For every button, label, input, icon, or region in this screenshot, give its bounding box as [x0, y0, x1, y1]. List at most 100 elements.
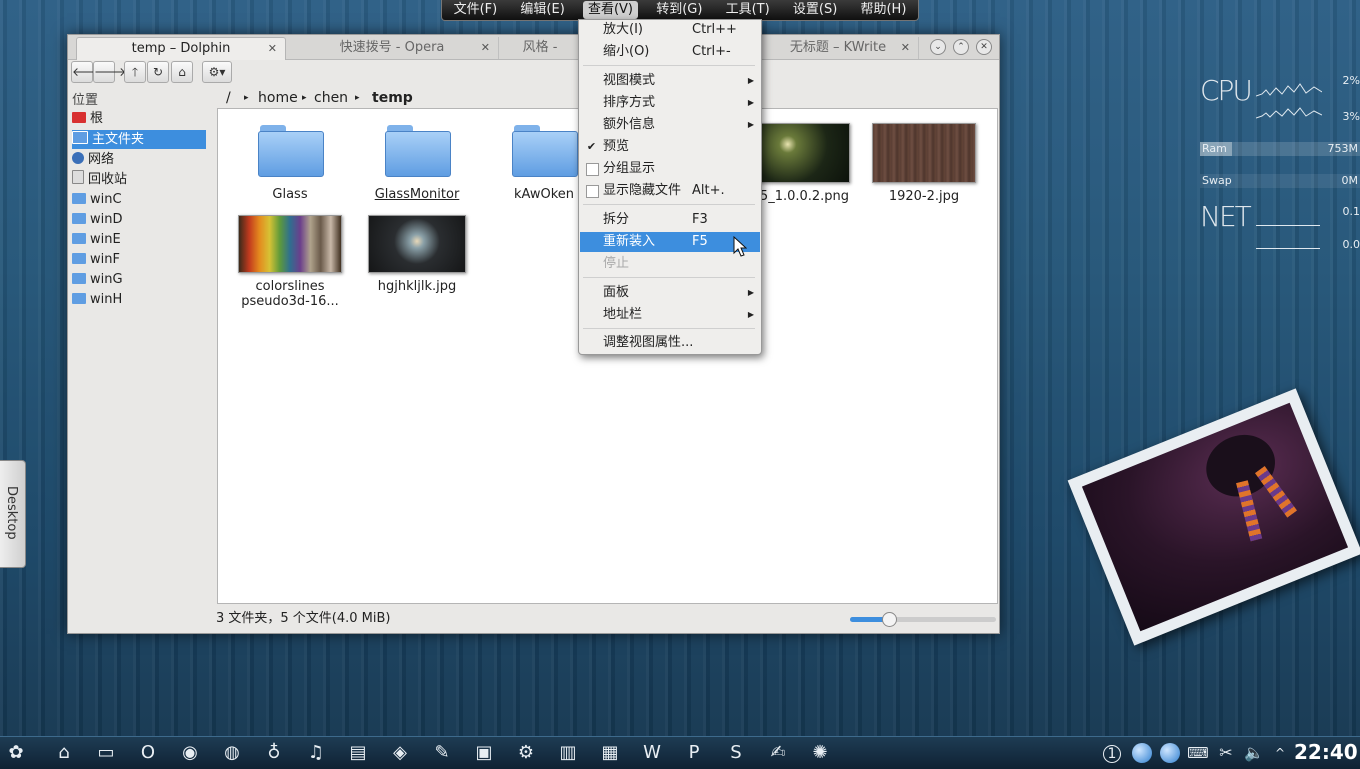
place-wine[interactable]: winE — [72, 230, 206, 249]
close-icon[interactable]: ✕ — [481, 37, 490, 59]
tab-label: 无标题 – KWrite — [790, 40, 886, 55]
menu-item-preview[interactable]: ✔ 预览 — [580, 137, 760, 157]
menu-item-view-mode[interactable]: 视图模式 ▶ — [580, 71, 760, 91]
chevron-up-icon[interactable]: ^ — [1268, 742, 1292, 764]
menu-item-additional-info[interactable]: 额外信息 ▶ — [580, 115, 760, 135]
tab-dolphin[interactable]: temp – Dolphin ✕ — [76, 37, 286, 60]
folder-icon — [72, 233, 86, 244]
image-viewer-icon[interactable]: ◈ — [388, 742, 412, 764]
menu-item-adjust-view-properties[interactable]: 调整视图属性... — [580, 333, 760, 353]
scissors-icon[interactable]: ✂ — [1214, 742, 1238, 764]
menu-settings[interactable]: 设置(S) — [788, 1, 842, 19]
minimize-icon[interactable]: ⌄ — [930, 39, 946, 55]
menu-item-zoom-in[interactable]: 放大(I) Ctrl++ — [580, 20, 760, 40]
close-icon[interactable]: ✕ — [268, 38, 277, 60]
menu-help[interactable]: 帮助(H) — [855, 1, 911, 19]
kde-menu-icon[interactable]: ✿ — [4, 742, 28, 764]
place-wing[interactable]: winG — [72, 270, 206, 289]
settings-icon[interactable]: ⚙ — [514, 742, 538, 764]
menu-edit[interactable]: 编辑(E) — [515, 1, 569, 19]
menu-item-panels[interactable]: 面板 ▶ — [580, 283, 760, 303]
keyboard-icon[interactable]: ⌨ — [1186, 742, 1210, 764]
browser-icon[interactable]: ◍ — [220, 742, 244, 764]
menu-view[interactable]: 查看(V) — [583, 1, 638, 19]
forward-icon[interactable]: 🡒 — [93, 61, 115, 83]
up-icon[interactable]: 🡑 — [124, 61, 146, 83]
menu-item-zoom-out[interactable]: 缩小(O) Ctrl+- — [580, 42, 760, 62]
menu-item-show-groups[interactable]: 分组显示 — [580, 159, 760, 179]
zoom-slider[interactable] — [850, 617, 996, 622]
breadcrumb-chen[interactable]: chen — [314, 87, 348, 109]
reload-icon[interactable]: ↻ — [147, 61, 169, 83]
home-icon[interactable]: ⌂ — [171, 61, 193, 83]
menu-item-location-bar[interactable]: 地址栏 ▶ — [580, 305, 760, 325]
checkbox-icon[interactable] — [586, 185, 599, 198]
place-winf[interactable]: winF — [72, 250, 206, 269]
system-settings-icon[interactable]: ✺ — [808, 742, 832, 764]
menu-item-sort-by[interactable]: 排序方式 ▶ — [580, 93, 760, 113]
volume-icon[interactable]: 🔈 — [1242, 742, 1266, 764]
network-globe-icon[interactable] — [1132, 743, 1152, 763]
place-label: winF — [90, 252, 120, 267]
menu-tools[interactable]: 工具(T) — [721, 1, 775, 19]
music-icon[interactable]: ♫ — [304, 742, 328, 764]
place-wind[interactable]: winD — [72, 210, 206, 229]
breadcrumb-root[interactable]: / — [226, 87, 231, 109]
tab-kwrite[interactable]: 无标题 – KWrite ✕ — [758, 37, 919, 59]
menu-file[interactable]: 文件(F) — [449, 1, 503, 19]
network-globe-icon[interactable] — [1160, 743, 1180, 763]
file-item[interactable]: Glass — [230, 125, 350, 202]
back-icon[interactable]: 🡐 — [71, 61, 93, 83]
desktop-number-badge[interactable]: 1 — [1103, 745, 1121, 763]
file-item[interactable]: 1920-2.jpg — [864, 123, 984, 204]
file-item[interactable]: GlassMonitor — [357, 125, 477, 202]
checkbox-icon[interactable] — [586, 163, 599, 176]
maximize-icon[interactable]: ⌃ — [953, 39, 969, 55]
file-item[interactable]: colorslines pseudo3d-16... — [230, 215, 350, 309]
gear-icon[interactable]: ⚙▾ — [202, 61, 232, 83]
firefox-icon[interactable]: ◉ — [178, 742, 202, 764]
spreadsheet-icon[interactable]: S — [724, 742, 748, 764]
swap-label: Swap — [1202, 174, 1232, 188]
clock[interactable]: 22:40 — [1294, 740, 1358, 764]
tab-style[interactable]: 风格 - — [500, 37, 581, 59]
file-item[interactable]: hgjhkljlk.jpg — [357, 215, 477, 294]
opera-icon[interactable]: O — [136, 742, 160, 764]
terminal-icon[interactable]: ▭ — [94, 742, 118, 764]
tab-opera[interactable]: 快速拨号 - Opera ✕ — [286, 37, 499, 59]
chevron-right-icon: ▸ — [244, 87, 249, 109]
package-icon[interactable]: ▥ — [556, 742, 580, 764]
desktop-tab[interactable]: Desktop — [0, 460, 26, 568]
menu-item-split[interactable]: 拆分 F3 — [580, 210, 760, 230]
dolphin-icon[interactable]: ⌂ — [52, 742, 76, 764]
presentation-icon[interactable]: P — [682, 742, 706, 764]
place-network[interactable]: 网络 — [72, 150, 206, 169]
menu-item-show-hidden[interactable]: 显示隐藏文件 Alt+. — [580, 181, 760, 201]
writer-icon[interactable]: W — [640, 742, 664, 764]
breadcrumb-current[interactable]: temp — [372, 87, 413, 109]
place-label: 主文件夹 — [92, 132, 144, 147]
window-tab-bar: temp – Dolphin ✕ 快速拨号 - Opera ✕ 风格 - 无标题… — [68, 35, 999, 60]
paint-icon[interactable]: ✎ — [430, 742, 454, 764]
place-winh[interactable]: winH — [72, 290, 206, 309]
image-thumbnail — [238, 215, 342, 273]
video-icon[interactable]: ▤ — [346, 742, 370, 764]
picture-frame-widget[interactable] — [1068, 388, 1360, 645]
folder-icon — [258, 125, 322, 175]
net1-value: 0.1 — [1343, 205, 1360, 218]
calculator-icon[interactable]: ▦ — [598, 742, 622, 764]
place-winc[interactable]: winC — [72, 190, 206, 209]
menu-go[interactable]: 转到(G) — [651, 1, 707, 19]
image-thumbnail — [872, 123, 976, 183]
close-window-icon[interactable]: ✕ — [976, 39, 992, 55]
place-trash[interactable]: 回收站 — [72, 170, 206, 189]
editor-icon[interactable]: ✍ — [766, 742, 790, 764]
breadcrumb-home[interactable]: home — [258, 87, 298, 109]
place-home[interactable]: 主文件夹 — [72, 130, 206, 149]
close-icon[interactable]: ✕ — [901, 37, 910, 59]
place-label: 根 — [90, 111, 103, 126]
place-label: winD — [90, 212, 123, 227]
remote-desktop-icon[interactable]: ▣ — [472, 742, 496, 764]
place-root[interactable]: 根 — [72, 109, 206, 128]
qq-icon[interactable]: ♁ — [262, 742, 286, 764]
